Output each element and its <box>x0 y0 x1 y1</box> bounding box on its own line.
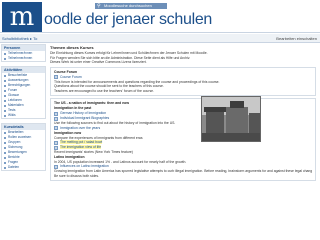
page-icon <box>54 164 58 169</box>
forum-text: Teachers are encouraged to use the teach… <box>54 88 154 93</box>
list-bullet-icon <box>4 74 6 77</box>
photo-roof <box>204 107 226 112</box>
list-bullet-icon <box>4 151 6 154</box>
photo-ground <box>202 133 260 141</box>
sidebar-item[interactable]: Teilnehmer/innen <box>2 56 45 61</box>
sidebar-item[interactable]: Dateien <box>2 165 45 170</box>
main-content: Themen dieses Kurses Die Einrichtung die… <box>50 45 316 240</box>
topic-text: Growing immigration from Latin America h… <box>54 169 312 173</box>
resource-link[interactable]: Influences on Latino immigration <box>54 164 312 169</box>
list-bullet-icon <box>4 79 6 82</box>
activities-block: Aktivitäten Besucherliste Auswertungen B… <box>1 66 46 119</box>
list-bullet-icon <box>4 114 6 117</box>
photo-building <box>206 111 224 133</box>
forum-icon <box>54 75 58 79</box>
moodle-logo[interactable]: m <box>2 2 42 32</box>
list-bullet-icon <box>4 141 6 144</box>
resource-link[interactable]: Individual Immigrant Biographies <box>54 116 312 121</box>
list-bullet-icon <box>4 156 6 159</box>
page-icon <box>54 145 58 150</box>
list-bullet-icon <box>4 136 6 139</box>
sidebar-item[interactable]: Wikis <box>2 113 45 118</box>
forum-section: Course Forum Course Forum This forum is … <box>50 66 316 96</box>
banner-divider <box>0 32 320 33</box>
historic-immigration-photo <box>201 96 261 142</box>
edit-mode-button[interactable]: Bearbeiten einschalten <box>276 34 317 43</box>
list-bullet-icon <box>4 57 6 60</box>
people-block: Personen Teilnehmer/innen Teilnehmer/inn… <box>1 44 46 62</box>
site-title: oodle der jenaer schulen <box>44 11 213 28</box>
navigation-bar: Schulbibliothek ▸ To Bearbeiten einschal… <box>0 34 320 43</box>
list-bullet-icon <box>4 99 6 102</box>
list-bullet-icon <box>4 104 6 107</box>
photo-roof <box>230 101 244 108</box>
photo-building <box>226 107 248 133</box>
list-bullet-icon <box>4 161 6 164</box>
list-bullet-icon <box>4 52 6 55</box>
page-icon <box>54 111 58 116</box>
site-banner: m oodle der jenaer schulen ⚲ Moodlesuche… <box>0 0 320 34</box>
list-bullet-icon <box>4 146 6 149</box>
topic-text: Be sure to discuss both sides. <box>54 173 100 178</box>
photo-building <box>249 113 260 133</box>
search-label: Moodlesuche durchsuchen <box>104 3 152 8</box>
list-bullet-icon <box>4 131 6 134</box>
topic-section: The US - a nation of immigrants: then an… <box>50 98 316 181</box>
course-details-block: Kursdetails Bearbeiten Rollen zuweisen G… <box>1 123 46 171</box>
list-bullet-icon <box>4 166 6 169</box>
breadcrumb[interactable]: Schulbibliothek ▸ To <box>2 36 37 41</box>
page-icon <box>54 140 58 145</box>
left-sidebar: Personen Teilnehmer/innen Teilnehmer/inn… <box>0 44 47 240</box>
resource-link[interactable]: The immigration view of life <box>54 145 312 150</box>
search-icon[interactable]: ⚲ <box>97 3 101 9</box>
page-icon <box>54 116 58 121</box>
list-bullet-icon <box>4 89 6 92</box>
list-bullet-icon <box>4 109 6 112</box>
list-bullet-icon <box>4 94 6 97</box>
intro-line: Dieses Werk ist unter einer Creative Com… <box>50 60 147 64</box>
forum-link[interactable]: Course Forum <box>54 75 312 80</box>
list-bullet-icon <box>4 84 6 87</box>
resource-link[interactable]: Immigration over the years <box>54 126 312 131</box>
page-icon <box>54 126 58 130</box>
